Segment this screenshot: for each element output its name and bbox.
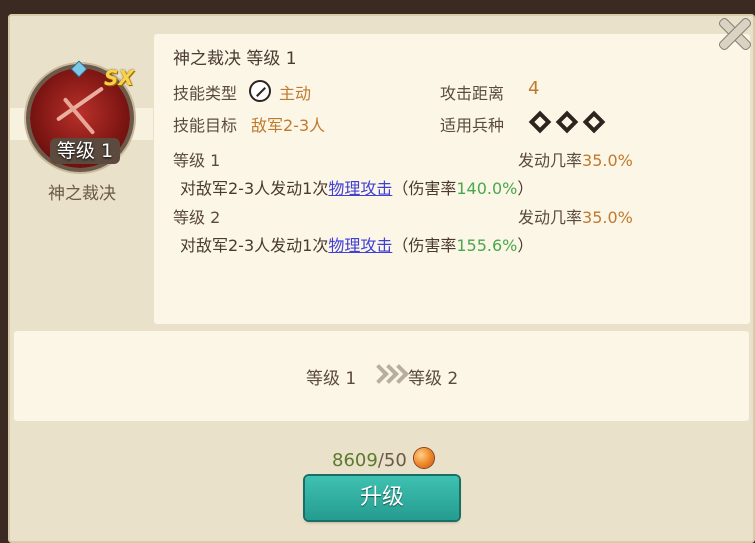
- desc-text: 对敌军2-3人发动1次: [180, 179, 329, 198]
- grade-badge: SX: [104, 66, 134, 90]
- cost-have: 8609: [332, 450, 378, 471]
- level-ribbon: 等级 1: [50, 138, 120, 164]
- desc-text: （伤害率: [392, 179, 457, 198]
- damage-rate: 155.6%: [456, 236, 518, 255]
- arrow-right-icon: [369, 364, 409, 384]
- physical-attack-link[interactable]: 物理攻击: [328, 236, 392, 255]
- upgrade-from: 等级 1: [306, 369, 357, 389]
- level-1-desc: 对敌军2-3人发动1次物理攻击（伤害率140.0%）: [180, 175, 533, 199]
- level-1-rate: 发动几率35.0%: [518, 147, 633, 171]
- type-label: 技能类型: [173, 84, 238, 103]
- damage-rate: 140.0%: [456, 179, 518, 198]
- target-label: 技能目标: [173, 116, 238, 135]
- cost-need: /50: [377, 450, 407, 471]
- range-label: 攻击距离: [440, 84, 505, 103]
- skill-title: 神之裁决 等级 1: [173, 49, 297, 69]
- desc-text: 对敌军2-3人发动1次: [180, 236, 329, 255]
- level-2-rate: 发动几率35.0%: [518, 204, 633, 228]
- desc-text: ）: [517, 236, 534, 255]
- target-value: 敌军2-3人: [251, 116, 326, 135]
- rate-value: 35.0%: [582, 208, 633, 227]
- orange-gem-icon: [414, 448, 434, 468]
- rate-label: 发动几率: [518, 208, 583, 227]
- range-value: 4: [528, 78, 540, 99]
- rate-value: 35.0%: [582, 151, 633, 170]
- skill-name: 神之裁决: [48, 184, 116, 204]
- level-2-desc: 对敌军2-3人发动1次物理攻击（伤害率155.6%）: [180, 232, 533, 256]
- upgrade-cost: 8609/50: [332, 450, 407, 471]
- physical-attack-link[interactable]: 物理攻击: [328, 179, 392, 198]
- sword-circle-icon: [249, 80, 271, 102]
- type-value: 主动: [279, 84, 312, 103]
- upgrade-button[interactable]: 升级: [305, 476, 459, 520]
- desc-text: （伤害率: [392, 236, 457, 255]
- desc-text: ）: [517, 179, 534, 198]
- level-1-head: 等级 1: [173, 151, 221, 170]
- rate-label: 发动几率: [518, 151, 583, 170]
- close-icon[interactable]: [718, 16, 752, 50]
- level-2-head: 等级 2: [173, 208, 221, 227]
- upgrade-to: 等级 2: [408, 369, 459, 389]
- troops-label: 适用兵种: [440, 116, 505, 135]
